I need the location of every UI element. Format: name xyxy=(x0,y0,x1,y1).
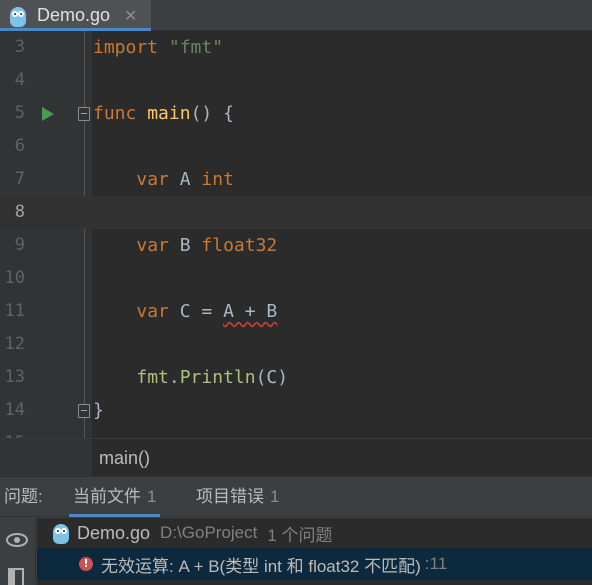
line-number: 7 xyxy=(14,169,25,189)
code-token: main xyxy=(147,103,191,124)
problem-file-name: Demo.go xyxy=(77,522,151,543)
tab-project-errors[interactable]: 项目错误 1 xyxy=(196,477,279,517)
problems-tool-window: 问题: 当前文件 1 项目错误 1 Demo.go D:\GoProject 1 个… xyxy=(0,476,592,585)
code-token: "fmt" xyxy=(168,37,224,58)
error-highlight: A + B xyxy=(223,301,278,322)
code-token: import xyxy=(93,37,159,58)
code-token: var xyxy=(136,169,169,190)
code-token: . xyxy=(168,367,180,388)
code-editor[interactable]: 3 import "fmt" 4 5 func main() { 6 7 var A int… xyxy=(0,31,592,438)
code-text: var A int xyxy=(93,163,234,196)
line-number: 8 xyxy=(14,202,25,222)
breadcrumb-item-main[interactable]: main() xyxy=(99,439,150,477)
code-token: (C) xyxy=(255,367,289,388)
eye-icon[interactable] xyxy=(6,533,28,547)
code-line[interactable]: 6 xyxy=(0,130,592,163)
line-number: 12 xyxy=(4,334,25,354)
problem-file-count: 1 个问题 xyxy=(267,525,333,545)
code-line[interactable]: 14} xyxy=(0,394,592,427)
line-number: 14 xyxy=(4,400,25,420)
code-line[interactable]: 15 xyxy=(0,427,592,438)
code-token: A xyxy=(168,169,202,190)
problem-file-path: D:\GoProject xyxy=(160,523,258,542)
code-token: } xyxy=(93,400,104,421)
problems-title: 问题: xyxy=(4,487,43,506)
tab-project-errors-count: 1 xyxy=(270,487,280,506)
tab-current-file[interactable]: 当前文件 1 xyxy=(69,477,161,517)
problem-location: :11 xyxy=(424,554,448,573)
problem-file-row[interactable]: Demo.go D:\GoProject 1 个问题 xyxy=(37,518,592,548)
problems-tree: Demo.go D:\GoProject 1 个问题 无效运算: A + B(类… xyxy=(37,518,592,585)
code-line[interactable]: 7 var A int xyxy=(0,163,592,196)
code-line[interactable]: 8 xyxy=(0,196,592,229)
code-token: int xyxy=(201,169,234,190)
tab-label: Demo.go xyxy=(37,5,111,25)
tab-current-file-count: 1 xyxy=(147,487,157,506)
breadcrumb: main() xyxy=(0,438,592,476)
editor-tab-bar: Demo.go ✕ xyxy=(0,0,592,31)
code-line[interactable]: 12 xyxy=(0,328,592,361)
line-number: 9 xyxy=(14,235,25,255)
code-line[interactable]: 10 xyxy=(0,262,592,295)
code-line[interactable]: 13 fmt.Println(C) xyxy=(0,361,592,394)
fold-icon[interactable] xyxy=(78,404,90,418)
code-token: Println xyxy=(179,367,256,388)
line-number: 5 xyxy=(14,103,25,123)
line-number: 4 xyxy=(14,70,25,90)
tab-current-file-label: 当前文件 xyxy=(73,487,141,506)
line-number: 11 xyxy=(4,301,25,321)
tab-project-errors-label: 项目错误 xyxy=(196,487,264,506)
code-text: } xyxy=(93,394,104,427)
gopher-icon xyxy=(8,5,28,27)
code-line[interactable]: 11 var C = A + B xyxy=(0,295,592,328)
problems-tab-bar: 问题: 当前文件 1 项目错误 1 xyxy=(0,477,592,517)
code-text: import "fmt" xyxy=(93,31,223,64)
code-text: var B float32 xyxy=(93,229,277,262)
code-token: func xyxy=(93,103,137,124)
line-number: 10 xyxy=(4,268,25,288)
line-number: 15 xyxy=(0,427,25,438)
code-token: float32 xyxy=(201,235,278,256)
code-line[interactable]: 3 import "fmt" xyxy=(0,31,592,64)
line-number: 6 xyxy=(14,136,25,156)
code-token: () { xyxy=(190,103,234,124)
close-icon[interactable]: ✕ xyxy=(124,6,137,25)
gopher-icon xyxy=(51,522,71,544)
problems-side-toolbar xyxy=(0,518,36,585)
tab-demo-go[interactable]: Demo.go ✕ xyxy=(0,0,151,31)
code-text: var C = A + B xyxy=(93,295,277,328)
code-text: fmt.Println(C) xyxy=(93,361,288,394)
line-number: 3 xyxy=(14,37,25,57)
code-line[interactable]: 9 var B float32 xyxy=(0,229,592,262)
problem-message: 无效运算: A + B(类型 int 和 float32 不匹配) xyxy=(101,556,421,576)
error-icon xyxy=(79,555,93,573)
code-token: C = xyxy=(168,301,224,322)
run-icon[interactable] xyxy=(42,107,54,121)
code-text: func main() { xyxy=(93,97,234,130)
code-token: var xyxy=(136,235,169,256)
problem-item-row[interactable]: 无效运算: A + B(类型 int 和 float32 不匹配) :11 xyxy=(37,548,592,580)
line-number: 13 xyxy=(4,367,25,387)
code-token: var xyxy=(136,301,169,322)
code-line[interactable]: 4 xyxy=(0,64,592,97)
fold-icon[interactable] xyxy=(78,107,90,121)
code-line[interactable]: 5 func main() { xyxy=(0,97,592,130)
code-token: B xyxy=(168,235,202,256)
panel-layout-icon[interactable] xyxy=(8,568,24,585)
code-token: fmt xyxy=(136,367,169,388)
